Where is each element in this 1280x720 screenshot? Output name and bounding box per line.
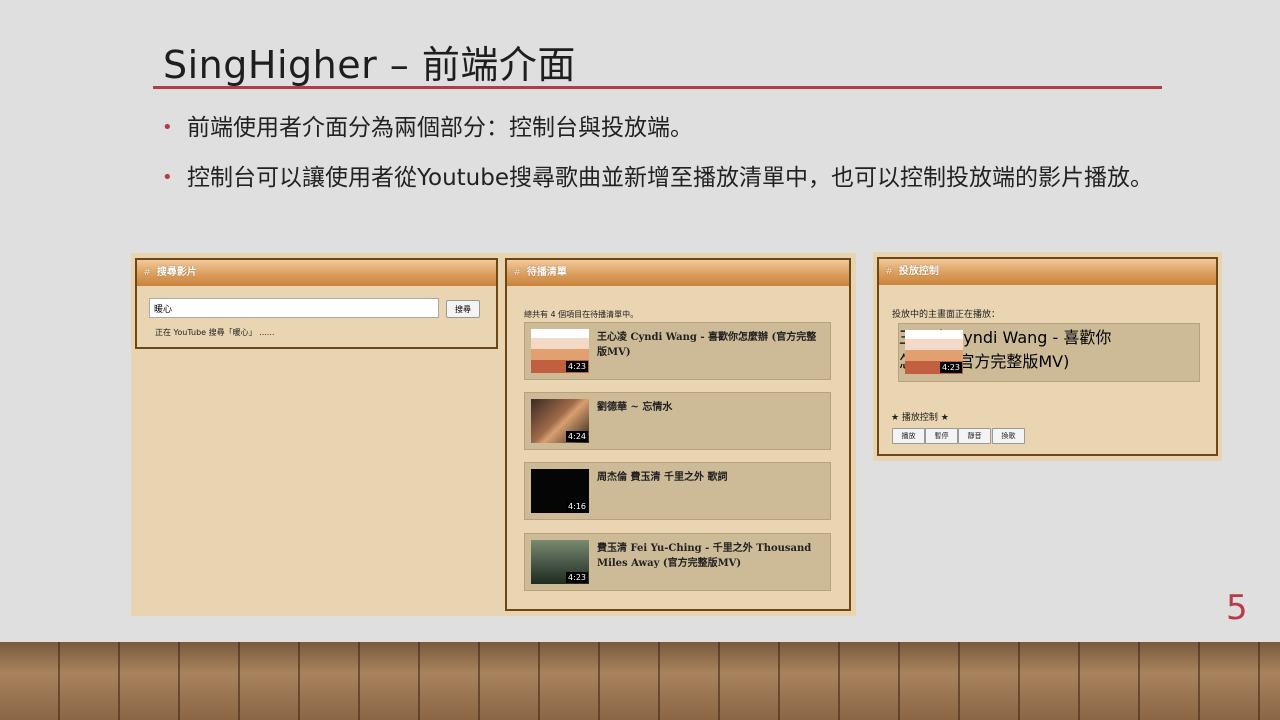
- search-status: 正在 YouTube 搜尋「暖心」 ......: [155, 328, 275, 337]
- search-input[interactable]: [149, 298, 439, 318]
- video-duration: 4:23: [566, 572, 588, 583]
- queue-summary: 總共有 4 個項目在待播清單中。: [524, 310, 639, 319]
- bullet-text: 控制台可以讓使用者從Youtube搜尋歌曲並新增至播放清單中，也可以控制投放端的…: [187, 165, 1153, 191]
- wood-floor-decoration: [0, 642, 1280, 720]
- video-thumbnail: 4:24: [531, 399, 589, 443]
- hash-icon: #: [885, 266, 894, 277]
- video-thumbnail: 4:16: [531, 469, 589, 513]
- bullet-dot-icon: •: [162, 167, 173, 188]
- video-thumbnail: 4:23: [905, 330, 963, 374]
- now-playing-card: 4:23 王心凌 Cyndi Wang - 喜歡你怎麼辦 (官方完整版MV): [898, 323, 1200, 382]
- control-panel-header: # 投放控制: [879, 259, 1216, 285]
- player-screenshot: # 投放控制 投放中的主畫面正在播放： 4:23 王心凌 Cyndi Wang …: [873, 252, 1222, 461]
- search-panel: # 搜尋影片 搜尋 正在 YouTube 搜尋「暖心」 ......: [135, 258, 498, 349]
- queue-item[interactable]: 4:24 劉德華 ~ 忘情水: [524, 392, 831, 450]
- queue-panel-title: 待播清單: [526, 267, 567, 278]
- slide-title: SingHigher – 前端介面: [163, 43, 576, 87]
- controls-heading: ★ 播放控制 ★: [891, 413, 949, 423]
- search-panel-title: 搜尋影片: [156, 267, 197, 278]
- queue-item[interactable]: 4:23 王心凌 Cyndi Wang - 喜歡你怎麼辦 (官方完整版MV): [524, 322, 831, 380]
- now-playing-label: 投放中的主畫面正在播放：: [892, 310, 1001, 320]
- queue-panel: # 待播清單 總共有 4 個項目在待播清單中。 4:23 王心凌 Cyndi W…: [505, 258, 851, 611]
- video-duration: 4:24: [566, 431, 588, 442]
- search-button[interactable]: 搜尋: [446, 300, 480, 318]
- video-title: 王心凌 Cyndi Wang - 喜歡你怎麼辦 (官方完整版MV): [597, 332, 817, 358]
- next-song-button[interactable]: 換歌: [992, 428, 1025, 444]
- title-divider: [153, 86, 1162, 89]
- video-duration: 4:23: [566, 361, 588, 372]
- search-panel-header: # 搜尋影片: [137, 260, 496, 286]
- bullet-dot-icon: •: [162, 117, 173, 138]
- hash-icon: #: [513, 267, 522, 278]
- video-duration: 4:23: [940, 362, 962, 373]
- queue-panel-header: # 待播清單: [507, 260, 849, 286]
- page-number: 5: [1226, 588, 1248, 628]
- queue-item[interactable]: 4:16 周杰倫 費玉清 千里之外 歌詞: [524, 462, 831, 520]
- control-panel-title: 投放控制: [898, 266, 939, 277]
- pause-button[interactable]: 暫停: [925, 428, 958, 444]
- video-title: 劉德華 ~ 忘情水: [597, 402, 673, 413]
- video-thumbnail: 4:23: [531, 329, 589, 373]
- queue-item[interactable]: 4:23 費玉清 Fei Yu-Ching - 千里之外 Thousand Mi…: [524, 533, 831, 591]
- play-button[interactable]: 播放: [892, 428, 925, 444]
- video-title: 費玉清 Fei Yu-Ching - 千里之外 Thousand Miles A…: [597, 543, 812, 569]
- console-screenshot: # 搜尋影片 搜尋 正在 YouTube 搜尋「暖心」 ...... # 待播清…: [131, 253, 856, 616]
- hash-icon: #: [143, 267, 152, 278]
- video-title: 周杰倫 費玉清 千里之外 歌詞: [597, 472, 728, 483]
- bullet-text: 前端使用者介面分為兩個部分：控制台與投放端。: [187, 115, 693, 141]
- video-thumbnail: 4:23: [531, 540, 589, 584]
- playback-control-panel: # 投放控制 投放中的主畫面正在播放： 4:23 王心凌 Cyndi Wang …: [877, 257, 1218, 456]
- video-duration: 4:16: [566, 501, 588, 512]
- mute-button[interactable]: 靜音: [958, 428, 991, 444]
